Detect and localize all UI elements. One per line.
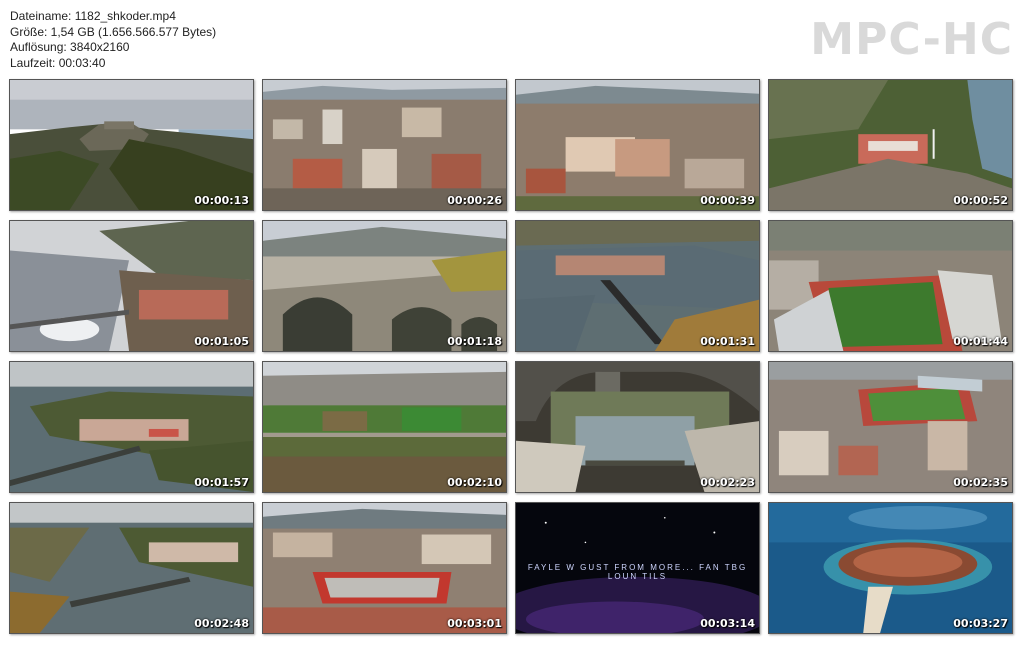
thumbnail-timestamp: 00:03:27 [953,617,1008,630]
thumbnail-11[interactable]: 00:02:23 [515,361,760,493]
thumbnail-7[interactable]: 00:01:31 [515,220,760,352]
thumbnail-timestamp: 00:00:26 [447,194,502,207]
thumbnail-timestamp: 00:03:01 [447,617,502,630]
thumbnail-grid: 00:00:13 00:00:26 00:00:39 00:00:52 00:0… [9,79,1014,636]
thumbnail-12[interactable]: 00:02:35 [768,361,1013,493]
thumbnail-3[interactable]: 00:00:39 [515,79,760,211]
thumbnail-timestamp: 00:03:14 [700,617,755,630]
thumbnail-timestamp: 00:01:44 [953,335,1008,348]
thumbnail-6[interactable]: 00:01:18 [262,220,507,352]
thumbnail-timestamp: 00:01:57 [194,476,249,489]
thumbnail-caption: FAYLE W GUST FROM MORE... FAN TBG LOUN T… [527,563,748,581]
filename-line: Dateiname: 1182_shkoder.mp4 [10,9,176,23]
thumbnail-9[interactable]: 00:01:57 [9,361,254,493]
thumbnail-timestamp: 00:02:35 [953,476,1008,489]
thumbnail-1[interactable]: 00:00:13 [9,79,254,211]
thumbnail-13[interactable]: 00:02:48 [9,502,254,634]
thumbnail-16[interactable]: 00:03:27 [768,502,1013,634]
thumbnail-10[interactable]: 00:02:10 [262,361,507,493]
filesize-line: Größe: 1,54 GB (1.656.566.577 Bytes) [10,24,217,39]
thumbnail-timestamp: 00:02:10 [447,476,502,489]
thumbnail-5[interactable]: 00:01:05 [9,220,254,352]
thumbnail-timestamp: 00:02:48 [194,617,249,630]
thumbnail-8[interactable]: 00:01:44 [768,220,1013,352]
thumbnail-timestamp: 00:01:31 [700,335,755,348]
thumbnail-15[interactable]: FAYLE W GUST FROM MORE... FAN TBG LOUN T… [515,502,760,634]
thumbnail-timestamp: 00:02:23 [700,476,755,489]
resolution-line: Auflösung: 3840x2160 [10,40,130,54]
thumbnail-timestamp: 00:00:13 [194,194,249,207]
thumbnail-timestamp: 00:01:18 [447,335,502,348]
thumbnail-timestamp: 00:00:52 [953,194,1008,207]
mpc-hc-logo: MPC-HC [810,14,1013,65]
thumbnail-timestamp: 00:01:05 [194,335,249,348]
thumbnail-4[interactable]: 00:00:52 [768,79,1013,211]
duration-line: Laufzeit: 00:03:40 [10,55,106,70]
thumbnail-2[interactable]: 00:00:26 [262,79,507,211]
thumbnail-timestamp: 00:00:39 [700,194,755,207]
thumbnail-14[interactable]: 00:03:01 [262,502,507,634]
file-info-panel: Dateiname: 1182_shkoder.mp4 Größe: 1,54 … [10,9,216,71]
